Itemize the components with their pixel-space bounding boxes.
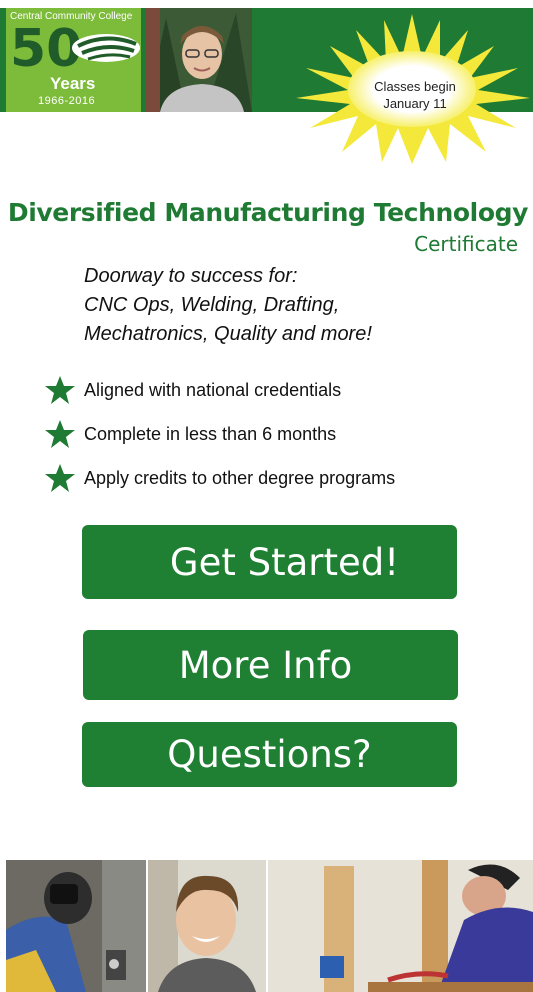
college-logo: Central Community College 50 Years 1966-… — [6, 8, 141, 112]
star-icon — [45, 420, 75, 448]
feature-text: Complete in less than 6 months — [84, 423, 337, 444]
feature-text: Apply credits to other degree programs — [84, 467, 396, 488]
header-banner: Central Community College 50 Years 1966-… — [0, 0, 533, 164]
electrical-student-photo — [268, 860, 533, 992]
program-title: Diversified Manufacturing Technology — [7, 198, 529, 227]
feature-item: Aligned with national credentials — [44, 368, 504, 412]
footer-photo-strip — [6, 860, 533, 992]
star-icon — [45, 376, 75, 404]
get-started-button[interactable]: Get Started! — [82, 525, 457, 599]
questions-button[interactable]: Questions? — [82, 722, 457, 787]
logo-school-name: Central Community College — [10, 11, 133, 22]
feature-list: Aligned with national credentials Comple… — [44, 368, 504, 500]
logo-anniversary-number: 50 — [10, 22, 82, 72]
classes-begin-announcement: Classes begin January 11 — [355, 78, 475, 112]
logo-years-label: Years — [50, 74, 96, 93]
tagline-line: Mechatronics, Quality and more! — [84, 323, 372, 345]
feature-item: Complete in less than 6 months — [44, 412, 504, 456]
more-info-button[interactable]: More Info — [83, 630, 458, 700]
announcement-line: January 11 — [383, 96, 447, 111]
tagline-line: Doorway to success for: — [84, 265, 298, 287]
feature-text: Aligned with national credentials — [84, 379, 342, 400]
star-icon — [45, 464, 75, 492]
welding-student-photo — [6, 860, 146, 992]
announcement-line: Classes begin — [374, 79, 456, 94]
tagline-line: CNC Ops, Welding, Drafting, — [84, 294, 340, 316]
student-photo — [146, 8, 252, 112]
program-subtitle: Certificate — [414, 232, 518, 256]
logo-year-span: 1966-2016 — [38, 95, 96, 107]
feature-item: Apply credits to other degree programs — [44, 456, 504, 500]
student-portrait-image — [146, 8, 252, 112]
program-tagline: Doorway to success for: CNC Ops, Welding… — [84, 262, 504, 349]
logo-anniversary-graphic: 50 — [10, 22, 140, 72]
smiling-student-photo — [148, 860, 266, 992]
